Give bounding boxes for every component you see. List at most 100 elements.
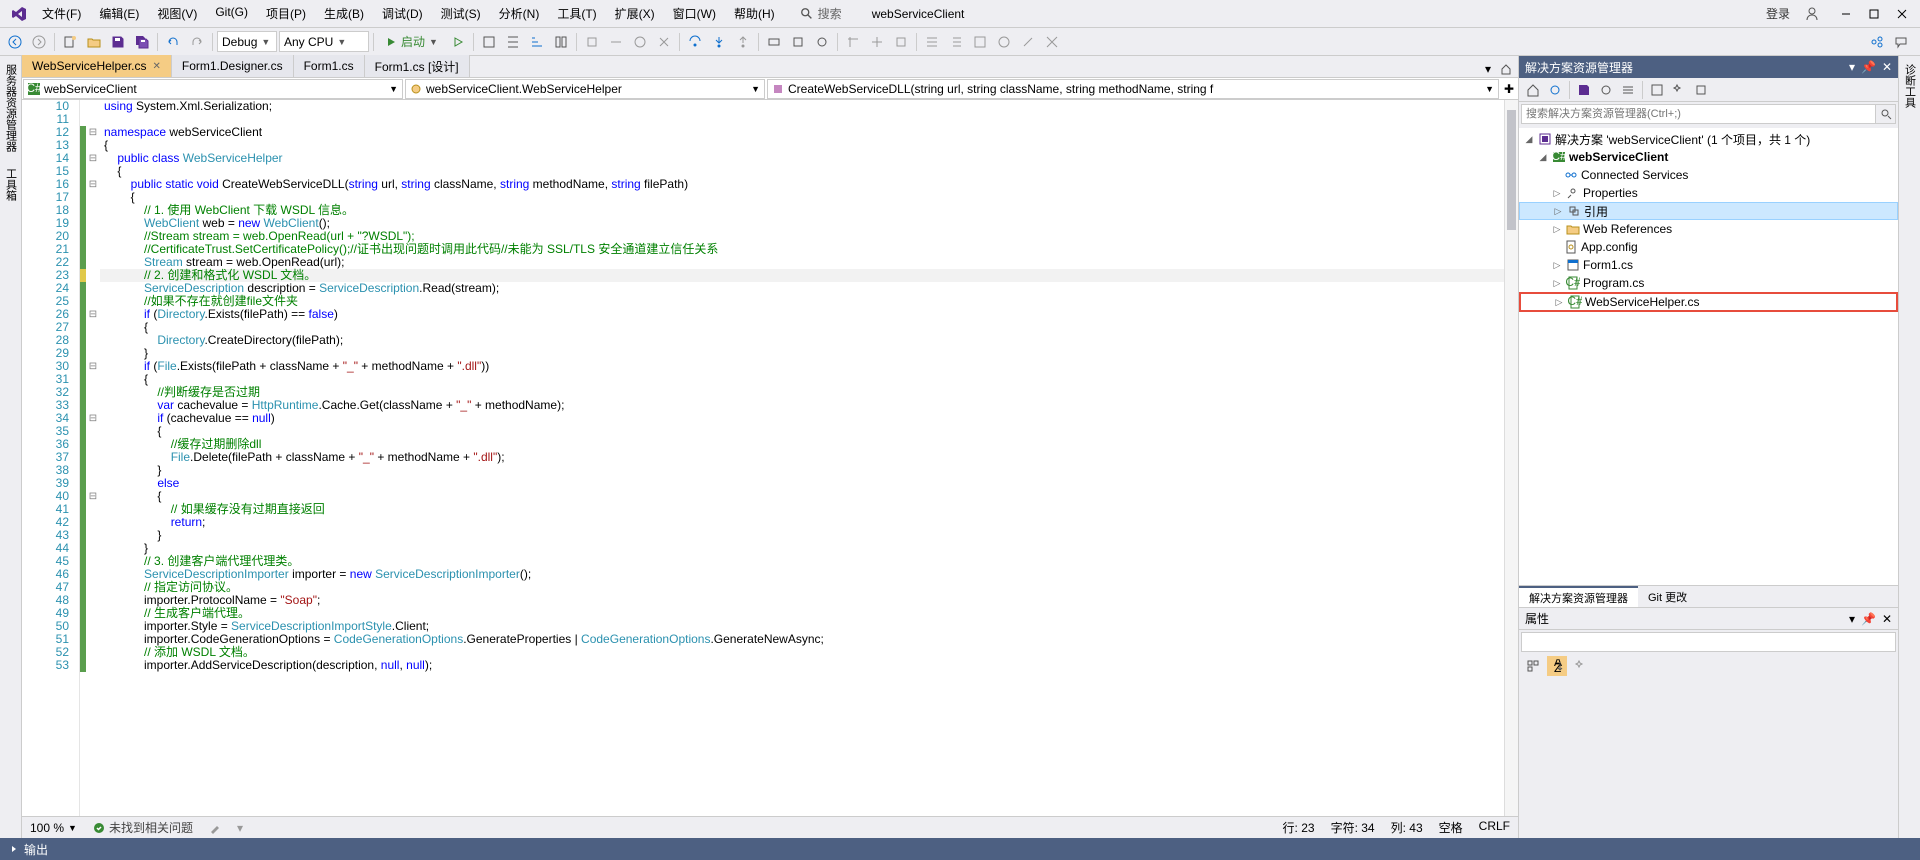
tab-solution-explorer[interactable]: 解决方案资源管理器	[1519, 586, 1638, 608]
panel-menu-icon[interactable]: ▾	[1849, 612, 1855, 626]
close-icon[interactable]	[1896, 8, 1908, 20]
sync-icon[interactable]	[1545, 80, 1565, 100]
config-combo[interactable]: Debug▼	[217, 31, 277, 52]
categorized-icon[interactable]	[1523, 656, 1543, 676]
webservicehelper-node[interactable]: ▷ C# WebServiceHelper.cs	[1519, 292, 1898, 312]
tb-icon-1[interactable]	[478, 31, 500, 53]
pin-icon[interactable]: 📌	[1861, 60, 1876, 74]
solution-explorer-header[interactable]: 解决方案资源管理器 ▾ 📌 ✕	[1519, 56, 1898, 78]
document-tab[interactable]: WebServiceHelper.cs✕	[22, 55, 172, 77]
indent-indicator[interactable]: 空格	[1439, 819, 1463, 836]
forward-button[interactable]	[28, 31, 50, 53]
login-link[interactable]: 登录	[1766, 5, 1790, 22]
menu-item[interactable]: 文件(F)	[34, 1, 89, 26]
project-node[interactable]: ◢ C# webServiceClient	[1519, 148, 1898, 166]
tab-git-changes[interactable]: Git 更改	[1638, 586, 1697, 608]
menu-item[interactable]: Git(G)	[207, 1, 256, 26]
menu-item[interactable]: 编辑(E)	[91, 1, 147, 26]
program-node[interactable]: ▷ C# Program.cs	[1519, 274, 1898, 292]
tb-icon-l[interactable]	[1041, 31, 1063, 53]
menu-item[interactable]: 视图(V)	[149, 1, 205, 26]
tb-icon-e[interactable]	[866, 31, 888, 53]
refresh-icon[interactable]	[1596, 80, 1616, 100]
menu-item[interactable]: 调试(D)	[374, 1, 431, 26]
diagnostic-tools-tab[interactable]: 诊断工具	[1900, 60, 1920, 112]
menu-item[interactable]: 项目(P)	[258, 1, 314, 26]
panel-menu-icon[interactable]: ▾	[1849, 60, 1855, 74]
document-tab[interactable]: Form1.Designer.cs	[172, 55, 294, 77]
tb-icon-8[interactable]	[653, 31, 675, 53]
output-tab[interactable]: 输出	[24, 841, 48, 858]
minimize-icon[interactable]	[1840, 8, 1852, 20]
solution-tree[interactable]: ◢ 解决方案 'webServiceClient' (1 个项目，共 1 个) …	[1519, 128, 1898, 585]
new-button[interactable]	[59, 31, 81, 53]
output-icon[interactable]	[8, 843, 20, 855]
split-icon[interactable]: ✚	[1500, 82, 1518, 96]
live-share-icon[interactable]	[1866, 31, 1888, 53]
close-tab-icon[interactable]: ✕	[153, 61, 161, 72]
bc-class[interactable]: webServiceClient.WebServiceHelper▼	[405, 79, 765, 99]
tb-icon-7[interactable]	[629, 31, 651, 53]
form1-node[interactable]: ▷ Form1.cs	[1519, 256, 1898, 274]
tb-icon-c[interactable]	[811, 31, 833, 53]
server-explorer-tab[interactable]: 服务器资源管理器	[1, 60, 21, 156]
pin-icon[interactable]: 📌	[1861, 612, 1876, 626]
menu-item[interactable]: 分析(N)	[491, 1, 548, 26]
tb-icon-h[interactable]	[945, 31, 967, 53]
references-node[interactable]: ▷ 引用	[1519, 202, 1898, 220]
tb-icon-g[interactable]	[921, 31, 943, 53]
menu-item[interactable]: 窗口(W)	[665, 1, 724, 26]
start-nodebug-button[interactable]	[447, 31, 469, 53]
properties-icon[interactable]	[1669, 80, 1689, 100]
maximize-icon[interactable]	[1868, 8, 1880, 20]
menu-item[interactable]: 工具(T)	[549, 1, 604, 26]
issues-indicator[interactable]: 未找到相关问题	[93, 819, 193, 836]
tab-home-icon[interactable]	[1498, 61, 1514, 77]
code-content[interactable]: using System.Xml.Serialization;namespace…	[100, 100, 1504, 816]
connected-services-node[interactable]: Connected Services	[1519, 166, 1898, 184]
save-all-button[interactable]	[131, 31, 153, 53]
search-area[interactable]: 搜索	[800, 5, 842, 22]
tb-icon-2[interactable]	[502, 31, 524, 53]
tb-icon-b[interactable]	[787, 31, 809, 53]
props-object-combo[interactable]	[1521, 632, 1896, 652]
save-all-icon[interactable]	[1574, 80, 1594, 100]
close-panel-icon[interactable]: ✕	[1882, 612, 1892, 626]
solution-node[interactable]: ◢ 解决方案 'webServiceClient' (1 个项目，共 1 个)	[1519, 130, 1898, 148]
alphabetical-icon[interactable]: AZ	[1547, 656, 1567, 676]
show-all-icon[interactable]	[1647, 80, 1667, 100]
feedback-icon[interactable]	[1890, 31, 1912, 53]
line-indicator[interactable]: 行: 23	[1283, 819, 1315, 836]
properties-node[interactable]: ▷ Properties	[1519, 184, 1898, 202]
properties-grid[interactable]	[1519, 678, 1898, 838]
lineending-indicator[interactable]: CRLF	[1479, 819, 1510, 836]
menu-item[interactable]: 扩展(X)	[607, 1, 663, 26]
tb-step-over[interactable]	[684, 31, 706, 53]
menu-item[interactable]: 生成(B)	[316, 1, 372, 26]
tb-icon-a[interactable]	[763, 31, 785, 53]
tb-icon-4[interactable]	[550, 31, 572, 53]
col-indicator[interactable]: 列: 43	[1391, 819, 1423, 836]
tb-step-out[interactable]	[732, 31, 754, 53]
appconfig-node[interactable]: App.config	[1519, 238, 1898, 256]
brush-icon[interactable]	[209, 822, 221, 834]
back-button[interactable]	[4, 31, 26, 53]
redo-button[interactable]	[186, 31, 208, 53]
code-editor[interactable]: 1011121314151617181920212223242526272829…	[22, 100, 1518, 816]
properties-header[interactable]: 属性 ▾ 📌 ✕	[1519, 608, 1898, 630]
bc-project[interactable]: C# webServiceClient▼	[23, 79, 403, 99]
document-tab[interactable]: Form1.cs	[294, 55, 365, 77]
save-button[interactable]	[107, 31, 129, 53]
tb-icon-5[interactable]	[581, 31, 603, 53]
close-panel-icon[interactable]: ✕	[1882, 60, 1892, 74]
platform-combo[interactable]: Any CPU▼	[279, 31, 369, 52]
menu-item[interactable]: 帮助(H)	[726, 1, 783, 26]
events-icon[interactable]	[1571, 656, 1591, 676]
start-debug-button[interactable]: 启动 ▼	[378, 31, 445, 53]
tb-icon-f[interactable]	[890, 31, 912, 53]
tb-icon-i[interactable]	[969, 31, 991, 53]
web-references-node[interactable]: ▷ Web References	[1519, 220, 1898, 238]
tab-dropdown-icon[interactable]: ▾	[1480, 61, 1496, 77]
collapse-icon[interactable]	[1618, 80, 1638, 100]
tb-icon-k[interactable]	[1017, 31, 1039, 53]
